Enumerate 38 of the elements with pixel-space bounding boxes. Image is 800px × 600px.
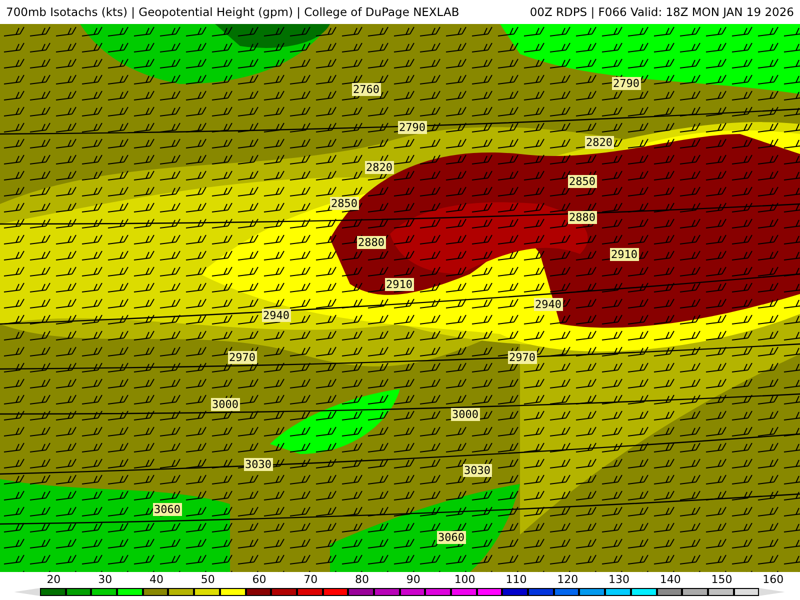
scale-label: 110: [504, 572, 528, 587]
scale-label: 90: [405, 572, 422, 587]
scale-label: 20: [46, 572, 62, 587]
contour-label: 2970: [508, 351, 536, 364]
contour-label: 3060: [437, 531, 466, 544]
contour-label: 2850: [330, 197, 358, 210]
contour-label: 3000: [451, 408, 480, 421]
contour-label: 2760: [352, 83, 380, 96]
contour-label: 2820: [585, 136, 614, 149]
scale-label: 120: [556, 572, 580, 587]
contour-label: 2940: [262, 309, 290, 322]
scale-label: 60: [251, 572, 268, 587]
scale-label: 140: [658, 572, 682, 587]
scale-label: 130: [607, 572, 630, 587]
contour-label: 2880: [568, 211, 596, 224]
contour-label: 2790: [612, 77, 640, 90]
scale-label: 150: [710, 572, 734, 587]
map-title: 700mb Isotachs (kts) | Geopotential Height (gpm) | College of DuPage NEXLAB: [6, 5, 460, 19]
contour-label: 3030: [244, 458, 272, 471]
contour-label: 2850: [568, 175, 596, 188]
contour-label: 2880: [357, 236, 386, 249]
contour-label: 2910: [385, 278, 414, 291]
scale-label: 40: [148, 572, 164, 587]
contour-label: 3060: [153, 503, 182, 516]
run-valid-time: 00Z RDPS | F066 Valid: 18Z MON JAN 19 2026: [530, 5, 794, 19]
contour-label: 3000: [211, 398, 240, 411]
scale-label: 100: [453, 572, 476, 587]
scale-label: 80: [354, 572, 370, 587]
contour-label: 3030: [463, 464, 492, 477]
scale-label: 70: [302, 572, 319, 587]
scale-label: 160: [762, 572, 785, 587]
scale-label: 50: [200, 572, 216, 587]
contour-label: 2970: [228, 351, 256, 364]
contour-label: 2790: [398, 121, 426, 134]
contour-label: 2910: [610, 248, 638, 261]
scale-label: 30: [97, 572, 114, 587]
contour-label: 2820: [365, 161, 394, 174]
contour-label: 2940: [534, 298, 562, 311]
